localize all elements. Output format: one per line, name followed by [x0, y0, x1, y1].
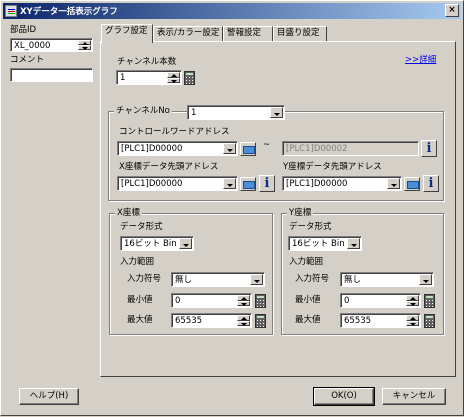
chevron-down-icon[interactable]: [250, 274, 263, 285]
x-sign-value: 無し: [175, 275, 193, 285]
y-sign-select[interactable]: 無し: [340, 272, 434, 287]
info-icon[interactable]: i: [421, 140, 437, 157]
channel-count-field[interactable]: 1: [116, 70, 182, 85]
spin-down-icon[interactable]: [237, 300, 250, 306]
calculator-icon[interactable]: [184, 71, 195, 85]
channel-count-spinner[interactable]: [167, 72, 180, 83]
control-word-end-value: [PLC1]D00002: [286, 144, 348, 154]
details-link[interactable]: >>詳細: [405, 55, 436, 66]
y-max-label: 最大値: [295, 315, 321, 325]
info-icon[interactable]: i: [259, 175, 275, 192]
x-min-value: 0: [175, 296, 181, 306]
spin-down-icon[interactable]: [237, 320, 250, 326]
y-group-title: Y座標: [287, 208, 314, 219]
spin-down-icon[interactable]: [406, 320, 419, 326]
y-data-format-value: 16ビット Bin: [292, 239, 345, 249]
chevron-down-icon[interactable]: [223, 178, 236, 189]
x-data-format-label: データ形式: [120, 222, 163, 232]
y-min-spinner[interactable]: [406, 295, 419, 306]
channel-no-value: 1: [191, 108, 197, 118]
spin-down-icon[interactable]: [167, 77, 180, 83]
control-word-select[interactable]: [PLC1]D00000: [117, 141, 238, 156]
calculator-icon[interactable]: [255, 294, 266, 308]
x-group-title: X座標: [115, 208, 142, 219]
x-data-format-value: 16ビット Bin: [124, 239, 177, 249]
x-max-label: 最大値: [127, 315, 153, 325]
calculator-icon[interactable]: [424, 294, 435, 308]
control-word-label: コントロールワードアドレス: [119, 127, 230, 137]
control-word-value: [PLC1]D00000: [121, 144, 183, 154]
address-input-icon[interactable]: [404, 177, 420, 191]
x-max-spinner[interactable]: [237, 315, 250, 326]
address-input-icon[interactable]: [240, 177, 256, 191]
chevron-down-icon[interactable]: [347, 238, 360, 249]
calculator-icon[interactable]: [424, 314, 435, 328]
chevron-down-icon[interactable]: [179, 238, 192, 249]
control-word-end-field: [PLC1]D00002: [282, 141, 419, 156]
info-icon[interactable]: i: [423, 175, 439, 192]
y-sign-label: 入力符号: [295, 274, 330, 284]
y-sign-value: 無し: [344, 275, 362, 285]
y-max-spinner[interactable]: [406, 315, 419, 326]
x-max-field[interactable]: 65535: [171, 313, 252, 328]
channel-no-label: チャンネルNo: [114, 106, 172, 117]
y-max-field[interactable]: 65535: [340, 313, 421, 328]
x-min-spinner[interactable]: [237, 295, 250, 306]
x-data-format-select[interactable]: 16ビット Bin: [120, 236, 194, 251]
y-min-label: 最小値: [295, 295, 321, 305]
x-sign-label: 入力符号: [127, 274, 162, 284]
x-sign-select[interactable]: 無し: [171, 272, 265, 287]
spin-down-icon[interactable]: [406, 300, 419, 306]
x-min-label: 最小値: [127, 295, 153, 305]
y-min-value: 0: [344, 296, 350, 306]
dialog-window: XYデータ一括表示グラフ × 部品ID XL_0000 コメント グラフ設定 表…: [0, 0, 464, 416]
x-max-value: 65535: [175, 316, 203, 326]
x-input-range-label: 入力範囲: [120, 257, 155, 267]
chevron-down-icon[interactable]: [223, 143, 236, 154]
chevron-down-icon[interactable]: [419, 274, 432, 285]
x-address-select[interactable]: [PLC1]D00000: [117, 176, 238, 191]
chevron-down-icon[interactable]: [270, 107, 283, 118]
chevron-down-icon[interactable]: [387, 178, 400, 189]
y-data-format-select[interactable]: 16ビット Bin: [288, 236, 362, 251]
address-input-icon[interactable]: [240, 142, 256, 156]
y-data-format-label: データ形式: [289, 222, 332, 232]
channel-count-label: チャンネル本数: [117, 57, 177, 67]
calculator-icon[interactable]: [255, 314, 266, 328]
range-separator: ~: [263, 140, 271, 150]
y-max-value: 65535: [344, 316, 372, 326]
y-min-field[interactable]: 0: [340, 293, 421, 308]
y-address-label: Y座標データ先頭アドレス: [283, 162, 382, 172]
y-address-select[interactable]: [PLC1]D00000: [282, 176, 402, 191]
channel-count-value: 1: [120, 73, 126, 83]
channel-no-select[interactable]: 1: [187, 105, 285, 120]
x-min-field[interactable]: 0: [171, 293, 252, 308]
y-input-range-label: 入力範囲: [289, 257, 324, 267]
x-address-value: [PLC1]D00000: [121, 179, 183, 189]
y-address-value: [PLC1]D00000: [286, 179, 348, 189]
x-address-label: X座標データ先頭アドレス: [119, 162, 219, 172]
